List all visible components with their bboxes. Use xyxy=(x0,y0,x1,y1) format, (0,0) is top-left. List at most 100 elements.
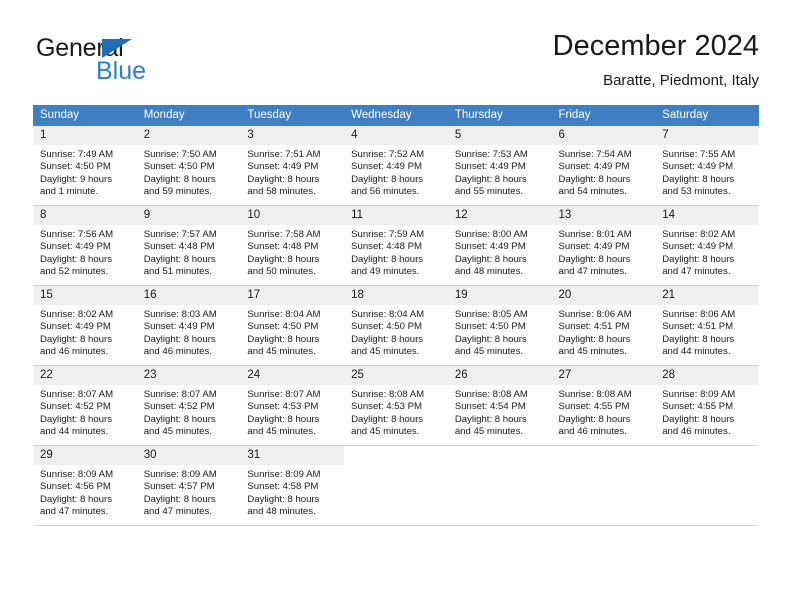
calendar-cell[interactable]: 24 Sunrise: 8:07 AM Sunset: 4:53 PM Dayligh… xyxy=(240,366,345,446)
day-number: 4 xyxy=(344,126,448,145)
day-cell[interactable]: 28 Sunrise: 8:09 AM Sunset: 4:55 PM Dayligh… xyxy=(655,366,759,446)
day-cell[interactable]: 18 Sunrise: 8:04 AM Sunset: 4:50 PM Dayligh… xyxy=(344,286,448,366)
day-cell[interactable]: 15 Sunrise: 8:02 AM Sunset: 4:49 PM Dayligh… xyxy=(33,286,137,366)
day-number: 30 xyxy=(136,446,241,465)
daylight-text-line2: and 45 minutes. xyxy=(351,346,420,358)
daylight-text-line1: Daylight: 8 hours xyxy=(662,253,735,265)
calendar-week-row: 15 Sunrise: 8:02 AM Sunset: 4:49 PM Dayligh… xyxy=(33,286,759,366)
calendar-cell[interactable]: 20 Sunrise: 8:06 AM Sunset: 4:51 PM Dayligh… xyxy=(551,286,656,366)
day-info: Sunrise: 7:57 AM Sunset: 4:48 PM Daylight:… xyxy=(137,225,241,279)
daylight-text-line2: and 51 minutes. xyxy=(143,266,212,278)
day-cell[interactable]: 8 Sunrise: 7:56 AM Sunset: 4:49 PM Daylight… xyxy=(33,206,137,286)
day-cell[interactable]: 1 Sunrise: 7:49 AM Sunset: 4:50 PM Daylight… xyxy=(33,126,137,206)
calendar-cell[interactable]: 22 Sunrise: 8:07 AM Sunset: 4:52 PM Dayligh… xyxy=(33,366,137,446)
calendar-cell[interactable]: 31 Sunrise: 8:09 AM Sunset: 4:58 PM Dayligh… xyxy=(240,446,345,526)
day-cell[interactable]: 16 Sunrise: 8:03 AM Sunset: 4:49 PM Dayligh… xyxy=(136,286,241,366)
day-number xyxy=(448,446,552,453)
day-cell[interactable]: 17 Sunrise: 8:04 AM Sunset: 4:50 PM Dayligh… xyxy=(240,286,345,366)
calendar-cell[interactable]: 25 Sunrise: 8:08 AM Sunset: 4:53 PM Dayligh… xyxy=(344,366,448,446)
day-number: 11 xyxy=(344,206,448,225)
day-cell[interactable]: 26 Sunrise: 8:08 AM Sunset: 4:54 PM Dayligh… xyxy=(447,366,552,446)
calendar-cell[interactable]: 17 Sunrise: 8:04 AM Sunset: 4:50 PM Dayligh… xyxy=(240,286,345,366)
sunrise-text: Sunrise: 8:03 AM xyxy=(143,309,217,320)
day-cell[interactable]: 12 Sunrise: 8:00 AM Sunset: 4:49 PM Dayligh… xyxy=(447,206,552,286)
day-cell[interactable]: 24 Sunrise: 8:07 AM Sunset: 4:53 PM Dayligh… xyxy=(240,366,345,446)
daylight-text-line2: and 55 minutes. xyxy=(454,186,524,198)
day-info: Sunrise: 8:03 AM Sunset: 4:49 PM Daylight:… xyxy=(137,305,241,359)
calendar-cell[interactable]: 14 Sunrise: 8:02 AM Sunset: 4:49 PM Dayligh… xyxy=(655,206,759,286)
day-cell[interactable]: 14 Sunrise: 8:02 AM Sunset: 4:49 PM Dayligh… xyxy=(655,206,759,286)
day-cell[interactable]: 2 Sunrise: 7:50 AM Sunset: 4:50 PM Daylight… xyxy=(136,126,241,206)
day-cell[interactable]: 7 Sunrise: 7:55 AM Sunset: 4:49 PM Daylight… xyxy=(655,126,759,206)
sunset-text: Sunset: 4:49 PM xyxy=(40,321,111,333)
sunrise-text: Sunrise: 8:08 AM xyxy=(558,389,632,400)
calendar-cell[interactable]: 8 Sunrise: 7:56 AM Sunset: 4:49 PM Daylight… xyxy=(33,206,137,286)
day-cell[interactable]: 4 Sunrise: 7:52 AM Sunset: 4:49 PM Daylight… xyxy=(344,126,448,206)
calendar-cell[interactable]: 21 Sunrise: 8:06 AM Sunset: 4:51 PM Dayligh… xyxy=(655,286,759,366)
sunset-text: Sunset: 4:48 PM xyxy=(247,241,319,253)
calendar-cell[interactable]: 7 Sunrise: 7:55 AM Sunset: 4:49 PM Daylight… xyxy=(655,126,759,206)
calendar-cell[interactable]: 27 Sunrise: 8:08 AM Sunset: 4:55 PM Dayligh… xyxy=(551,366,656,446)
daylight-text-line2: and 56 minutes. xyxy=(351,186,420,198)
day-cell[interactable]: 22 Sunrise: 8:07 AM Sunset: 4:52 PM Dayligh… xyxy=(33,366,137,446)
calendar-cell[interactable]: 16 Sunrise: 8:03 AM Sunset: 4:49 PM Dayligh… xyxy=(136,286,241,366)
day-cell[interactable]: 27 Sunrise: 8:08 AM Sunset: 4:55 PM Dayligh… xyxy=(551,366,656,446)
day-cell[interactable]: 10 Sunrise: 7:58 AM Sunset: 4:48 PM Dayligh… xyxy=(240,206,345,286)
calendar-cell[interactable]: 30 Sunrise: 8:09 AM Sunset: 4:57 PM Dayligh… xyxy=(136,446,241,526)
day-cell[interactable]: 31 Sunrise: 8:09 AM Sunset: 4:58 PM Dayligh… xyxy=(240,446,345,526)
daylight-text-line1: Daylight: 8 hours xyxy=(247,493,320,505)
calendar-cell[interactable]: 10 Sunrise: 7:58 AM Sunset: 4:48 PM Dayligh… xyxy=(240,206,345,286)
daylight-text-line2: and 44 minutes. xyxy=(662,346,731,358)
sunrise-text: Sunrise: 7:56 AM xyxy=(40,229,114,240)
day-cell[interactable]: 25 Sunrise: 8:08 AM Sunset: 4:53 PM Dayligh… xyxy=(344,366,448,446)
calendar-cell[interactable]: 28 Sunrise: 8:09 AM Sunset: 4:55 PM Dayligh… xyxy=(655,366,759,446)
calendar-cell[interactable]: 26 Sunrise: 8:08 AM Sunset: 4:54 PM Dayligh… xyxy=(447,366,552,446)
day-cell[interactable]: 21 Sunrise: 8:06 AM Sunset: 4:51 PM Dayligh… xyxy=(655,286,759,366)
day-cell[interactable]: 5 Sunrise: 7:53 AM Sunset: 4:49 PM Daylight… xyxy=(447,126,552,206)
daylight-text-line1: Daylight: 8 hours xyxy=(454,173,527,185)
day-info: Sunrise: 8:04 AM Sunset: 4:50 PM Daylight:… xyxy=(344,305,448,359)
calendar-cell[interactable]: 9 Sunrise: 7:57 AM Sunset: 4:48 PM Daylight… xyxy=(136,206,241,286)
day-cell[interactable]: 9 Sunrise: 7:57 AM Sunset: 4:48 PM Daylight… xyxy=(136,206,241,286)
sunrise-text: Sunrise: 8:04 AM xyxy=(247,309,321,320)
calendar-cell[interactable]: 3 Sunrise: 7:51 AM Sunset: 4:49 PM Daylight… xyxy=(240,126,345,206)
calendar-cell[interactable]: 19 Sunrise: 8:05 AM Sunset: 4:50 PM Dayligh… xyxy=(447,286,552,366)
day-info: Sunrise: 8:09 AM Sunset: 4:57 PM Daylight:… xyxy=(137,465,241,519)
day-cell[interactable]: 29 Sunrise: 8:09 AM Sunset: 4:56 PM Dayligh… xyxy=(33,446,137,526)
daylight-text-line1: Daylight: 8 hours xyxy=(351,413,424,425)
calendar-cell[interactable]: 11 Sunrise: 7:59 AM Sunset: 4:48 PM Dayligh… xyxy=(344,206,448,286)
daylight-text-line1: Daylight: 8 hours xyxy=(40,493,112,505)
calendar-cell[interactable]: 2 Sunrise: 7:50 AM Sunset: 4:50 PM Daylight… xyxy=(136,126,241,206)
day-number: 1 xyxy=(33,126,137,145)
day-info: Sunrise: 8:09 AM Sunset: 4:58 PM Daylight:… xyxy=(240,465,344,519)
daylight-text-line1: Daylight: 8 hours xyxy=(143,413,216,425)
calendar-cell[interactable]: 15 Sunrise: 8:02 AM Sunset: 4:49 PM Dayligh… xyxy=(33,286,137,366)
calendar-cell[interactable]: 23 Sunrise: 8:07 AM Sunset: 4:52 PM Dayligh… xyxy=(136,366,241,446)
calendar-cell[interactable]: 1 Sunrise: 7:49 AM Sunset: 4:50 PM Daylight… xyxy=(33,126,137,206)
day-cell[interactable]: 11 Sunrise: 7:59 AM Sunset: 4:48 PM Dayligh… xyxy=(344,206,448,286)
day-cell[interactable]: 30 Sunrise: 8:09 AM Sunset: 4:57 PM Dayligh… xyxy=(136,446,241,526)
day-cell[interactable]: 3 Sunrise: 7:51 AM Sunset: 4:49 PM Daylight… xyxy=(240,126,345,206)
sunset-text: Sunset: 4:49 PM xyxy=(143,321,215,333)
sunset-text: Sunset: 4:51 PM xyxy=(558,321,630,333)
sunrise-text: Sunrise: 7:50 AM xyxy=(143,149,217,160)
sunset-text: Sunset: 4:49 PM xyxy=(40,241,111,253)
calendar-cell[interactable]: 29 Sunrise: 8:09 AM Sunset: 4:56 PM Dayligh… xyxy=(33,446,137,526)
day-cell[interactable]: 23 Sunrise: 8:07 AM Sunset: 4:52 PM Dayligh… xyxy=(136,366,241,446)
calendar-cell[interactable]: 6 Sunrise: 7:54 AM Sunset: 4:49 PM Daylight… xyxy=(551,126,656,206)
sunrise-text: Sunrise: 8:09 AM xyxy=(662,389,736,400)
sunrise-text: Sunrise: 7:49 AM xyxy=(40,149,114,160)
day-cell[interactable]: 13 Sunrise: 8:01 AM Sunset: 4:49 PM Dayligh… xyxy=(551,206,656,286)
calendar-cell[interactable]: 18 Sunrise: 8:04 AM Sunset: 4:50 PM Dayligh… xyxy=(344,286,448,366)
day-cell[interactable]: 6 Sunrise: 7:54 AM Sunset: 4:49 PM Daylight… xyxy=(551,126,656,206)
day-cell[interactable]: 19 Sunrise: 8:05 AM Sunset: 4:50 PM Dayligh… xyxy=(447,286,552,366)
day-info: Sunrise: 8:08 AM Sunset: 4:55 PM Daylight:… xyxy=(552,385,656,439)
day-cell[interactable]: 20 Sunrise: 8:06 AM Sunset: 4:51 PM Dayligh… xyxy=(551,286,656,366)
day-info: Sunrise: 8:08 AM Sunset: 4:54 PM Daylight:… xyxy=(448,385,552,439)
calendar-cell[interactable]: 5 Sunrise: 7:53 AM Sunset: 4:49 PM Daylight… xyxy=(447,126,552,206)
calendar-cell[interactable]: 13 Sunrise: 8:01 AM Sunset: 4:49 PM Dayligh… xyxy=(551,206,656,286)
calendar-cell[interactable]: 12 Sunrise: 8:00 AM Sunset: 4:49 PM Dayligh… xyxy=(447,206,552,286)
daylight-text-line1: Daylight: 8 hours xyxy=(143,493,216,505)
day-info: Sunrise: 7:54 AM Sunset: 4:49 PM Daylight:… xyxy=(552,145,656,199)
calendar-cell[interactable]: 4 Sunrise: 7:52 AM Sunset: 4:49 PM Daylight… xyxy=(344,126,448,206)
